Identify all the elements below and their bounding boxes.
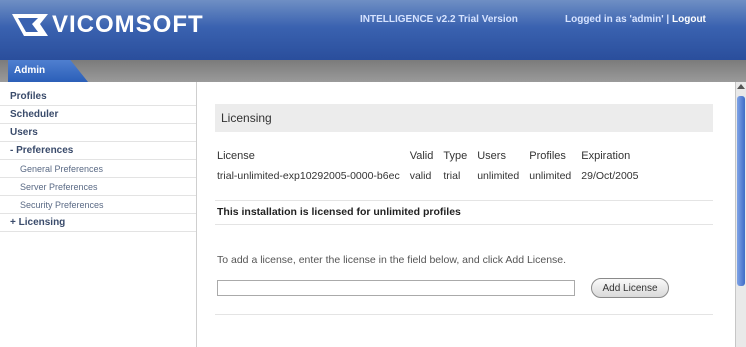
scroll-up-arrow-icon[interactable]: [737, 84, 745, 89]
sidebar-item-server-preferences[interactable]: Server Preferences: [0, 178, 196, 196]
table-header-row: License Valid Type Users Profiles Expira…: [217, 148, 649, 166]
license-table: License Valid Type Users Profiles Expira…: [217, 148, 649, 186]
cell-users: unlimited: [477, 170, 520, 182]
vicomsoft-logo: VICOMSOFT: [10, 8, 204, 42]
cell-expiration: 29/Oct/2005: [581, 170, 639, 182]
logo-text: VICOMSOFT: [52, 11, 204, 38]
column-header-profiles: Profiles: [529, 150, 566, 162]
add-license-instructions: To add a license, enter the license in t…: [217, 254, 567, 266]
cell-license-key: trial-unlimited-exp10292005-0000-b6ec: [217, 170, 400, 182]
page-title: Licensing: [215, 104, 713, 132]
logout-link[interactable]: Logout: [672, 14, 706, 25]
divider: [215, 314, 713, 315]
tab-admin[interactable]: Admin: [8, 60, 88, 82]
logo-mark-icon: [10, 10, 50, 40]
license-note: This installation is licensed for unlimi…: [217, 206, 461, 218]
vertical-scrollbar[interactable]: [735, 82, 746, 347]
product-version: INTELLIGENCE v2.2 Trial Version: [360, 14, 518, 25]
add-license-button[interactable]: Add License: [591, 278, 669, 298]
sidebar-item-profiles[interactable]: Profiles: [0, 88, 196, 106]
sidebar: Profiles Scheduler Users - Preferences G…: [0, 82, 197, 347]
sidebar-item-general-preferences[interactable]: General Preferences: [0, 160, 196, 178]
sidebar-item-users[interactable]: Users: [0, 124, 196, 142]
column-header-valid: Valid: [409, 150, 434, 162]
cell-type: trial: [443, 170, 461, 182]
sidebar-item-licensing[interactable]: + Licensing: [0, 214, 196, 232]
scroll-thumb[interactable]: [737, 96, 745, 286]
sidebar-item-scheduler[interactable]: Scheduler: [0, 106, 196, 124]
license-input[interactable]: [217, 280, 575, 296]
cell-valid: valid: [409, 170, 432, 182]
tab-bar: Admin: [0, 60, 746, 82]
column-header-expiration: Expiration: [581, 150, 631, 162]
cell-profiles: unlimited: [529, 170, 572, 182]
main-content: Licensing License Valid Type Users Profi…: [197, 82, 735, 347]
app-header: VICOMSOFT INTELLIGENCE v2.2 Trial Versio…: [0, 0, 746, 60]
sidebar-item-security-preferences[interactable]: Security Preferences: [0, 196, 196, 214]
column-header-users: Users: [477, 150, 506, 162]
sidebar-item-preferences[interactable]: - Preferences: [0, 142, 196, 160]
divider: [215, 200, 713, 201]
login-status: Logged in as 'admin' | Logout: [565, 14, 706, 25]
logged-in-text: Logged in as 'admin' |: [565, 14, 673, 25]
divider: [215, 224, 713, 225]
column-header-type: Type: [443, 150, 468, 162]
column-header-license: License: [217, 150, 255, 162]
table-row: trial-unlimited-exp10292005-0000-b6ec va…: [217, 166, 649, 186]
